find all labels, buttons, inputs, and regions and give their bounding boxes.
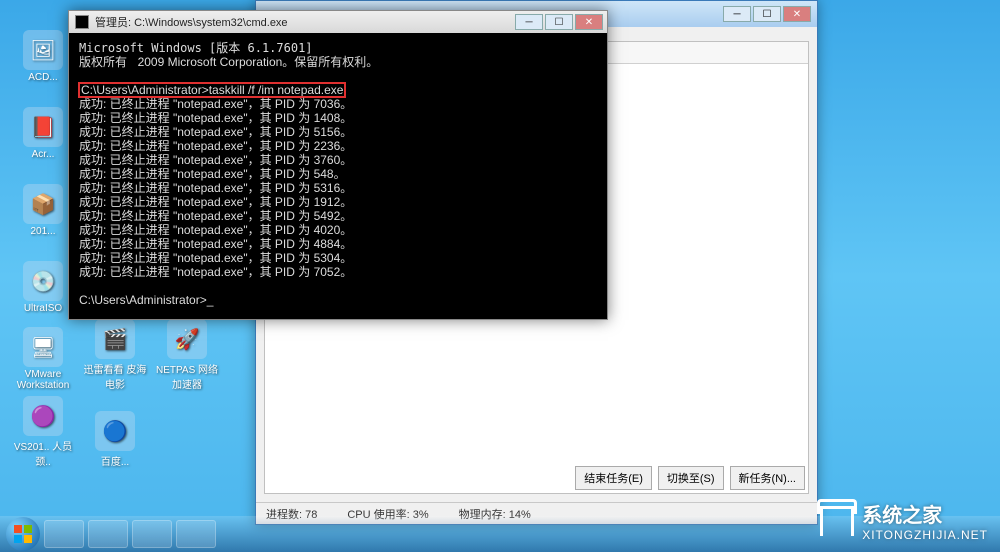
watermark-url: XITONGZHIJIA.NET [862, 528, 988, 542]
taskmgr-action-buttons: 结束任务(E) 切换至(S) 新任务(N)... [575, 466, 805, 490]
end-task-button[interactable]: 结束任务(E) [575, 466, 652, 490]
windows-logo-icon [13, 524, 33, 544]
cmd-output[interactable]: Microsoft Windows [版本 6.1.7601] 版权所有 200… [73, 37, 603, 315]
app-icon: 🟣 [23, 396, 63, 436]
app-icon: 🚀 [167, 319, 207, 359]
app-icon: 📦 [23, 184, 63, 224]
watermark-logo-icon [820, 506, 854, 536]
app-icon: 📕 [23, 107, 63, 147]
desktop-icon[interactable]: 🚀NETPAS 网络加速器 [152, 316, 222, 391]
cmd-maximize-button[interactable]: ☐ [545, 14, 573, 30]
icon-label: VMware Workstation [8, 369, 78, 391]
taskbar-item[interactable] [132, 520, 172, 548]
app-icon: 🔵 [95, 411, 135, 451]
desktop-icon[interactable]: 🟣VS201.. 人员颈.. [8, 393, 78, 468]
start-button[interactable] [6, 517, 40, 551]
desktop-icon[interactable]: 🖥VMware Workstation [8, 316, 78, 391]
taskbar-item[interactable] [176, 520, 216, 548]
icon-label: Acr... [32, 149, 55, 160]
close-button[interactable]: ✕ [783, 6, 811, 22]
icon-label: NETPAS 网络加速器 [152, 361, 222, 391]
desktop-icon[interactable]: 🔵 百度... [80, 393, 150, 468]
icon-label: 百度... [101, 453, 129, 468]
app-icon: 🎬 [95, 319, 135, 359]
icon-label: 迅雷看看 皮海电影 [80, 361, 150, 391]
taskbar-item[interactable] [44, 520, 84, 548]
cmd-titlebar[interactable]: 管理员: C:\Windows\system32\cmd.exe ─ ☐ ✕ [69, 11, 607, 33]
new-task-button[interactable]: 新任务(N)... [730, 466, 805, 490]
icon-label: 201... [30, 226, 55, 237]
cmd-title-text: 管理员: C:\Windows\system32\cmd.exe [95, 14, 288, 30]
desktop: 🖼ACD...📷8 (...📁📕Acr...📄⚙📦201...📁🧩💿UltraI… [0, 0, 1000, 552]
app-icon: 🖥 [23, 327, 63, 367]
app-icon: 💿 [23, 261, 63, 301]
watermark: 系统之家 XITONGZHIJIA.NET [820, 499, 988, 542]
watermark-brand: 系统之家 [862, 505, 942, 527]
cmd-icon [75, 15, 89, 29]
taskbar-item[interactable] [88, 520, 128, 548]
cmd-window[interactable]: 管理员: C:\Windows\system32\cmd.exe ─ ☐ ✕ M… [68, 10, 608, 320]
desktop-icon[interactable]: 🎬迅雷看看 皮海电影 [80, 316, 150, 391]
maximize-button[interactable]: ☐ [753, 6, 781, 22]
highlighted-command: C:\Users\Administrator>taskkill /f /im n… [79, 83, 345, 97]
icon-label: ACD... [28, 72, 57, 83]
icon-label: UltraISO [24, 303, 62, 314]
cmd-close-button[interactable]: ✕ [575, 14, 603, 30]
switch-to-button[interactable]: 切换至(S) [658, 466, 724, 490]
app-icon: 🖼 [23, 30, 63, 70]
cmd-minimize-button[interactable]: ─ [515, 14, 543, 30]
icon-label: VS201.. 人员颈.. [8, 438, 78, 468]
minimize-button[interactable]: ─ [723, 6, 751, 22]
